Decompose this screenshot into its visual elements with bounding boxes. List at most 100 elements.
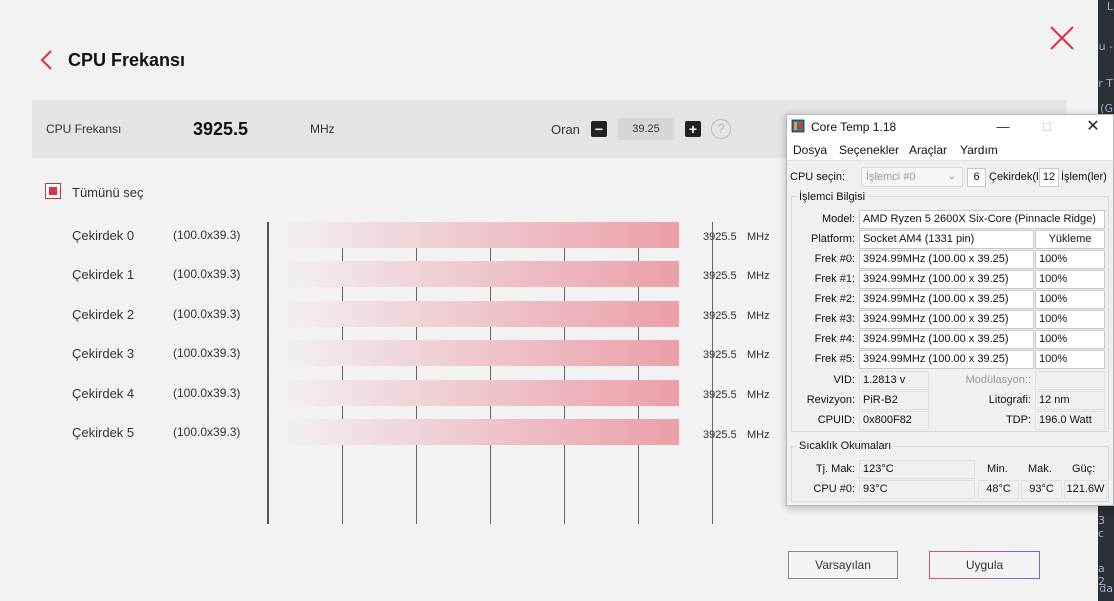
ratio-input[interactable] (618, 118, 674, 140)
tdp-label: TDP: (1005, 414, 1031, 426)
cpuid-value: 0x800F82 (859, 411, 929, 430)
core-bar[interactable] (270, 261, 679, 287)
load-value: 100% (1035, 290, 1105, 309)
temperature-title: Sıcaklık Okumaları (796, 440, 895, 452)
core-name: Çekirdek 5 (72, 425, 135, 440)
model-label: Model: (821, 213, 855, 225)
cpu0-power: 121.6W (1064, 480, 1107, 499)
core-unit: MHz (747, 429, 770, 441)
cpu0-label: CPU #0: (813, 483, 855, 495)
menu-file[interactable]: Dosya (793, 143, 827, 157)
select-all-label: Tümünü seç (72, 185, 144, 200)
vid-label: VID: (833, 374, 855, 386)
ratio-increase-button[interactable]: + (685, 121, 701, 137)
menu-options[interactable]: Seçenekler (839, 143, 899, 157)
apply-button[interactable]: Uygula (929, 551, 1040, 579)
core-bar[interactable] (270, 380, 679, 406)
load-value: 100% (1035, 250, 1105, 269)
chart-axis (267, 222, 269, 524)
core-unit: MHz (747, 389, 770, 401)
core-ratio: (100.0x39.3) (173, 307, 241, 321)
cores-label: Çekirdek(le (989, 171, 1045, 183)
close-icon[interactable]: ✕ (1079, 117, 1107, 137)
core-name: Çekirdek 4 (72, 386, 135, 401)
default-button[interactable]: Varsayılan (788, 551, 898, 579)
core-name: Çekirdek 0 (72, 228, 135, 243)
load-value: 100% (1035, 350, 1105, 369)
edge-text: L (1106, 0, 1113, 13)
core-name: Çekirdek 3 (72, 346, 135, 361)
core-value: 3925.5 (703, 310, 737, 322)
core-name: Çekirdek 2 (72, 307, 135, 322)
chevron-down-icon: ⌄ (947, 171, 956, 182)
core-ratio: (100.0x39.3) (173, 228, 241, 242)
threads-label: İşlem(ler) (1061, 171, 1107, 183)
core-bar[interactable] (270, 301, 679, 327)
platform-label: Platform: (810, 233, 855, 245)
cpu0-min: 48°C (978, 480, 1019, 499)
freq-value: 3924.99MHz (100.00 x 39.25) (859, 310, 1034, 329)
minimize-icon[interactable]: — (989, 117, 1017, 137)
load-value: 100% (1035, 330, 1105, 349)
core-value: 3925.5 (703, 270, 737, 282)
core-unit: MHz (747, 270, 770, 282)
freq-value: 3924.99MHz (100.00 x 39.25) (859, 290, 1034, 309)
power-header: Güç: (1072, 463, 1096, 475)
load-value: 100% (1035, 310, 1105, 329)
vid-value: 1.2813 v (859, 371, 929, 390)
coretemp-title: Core Temp 1.18 (811, 120, 897, 134)
cpu0-temp: 93°C (859, 480, 975, 499)
edge-text: u - (1098, 40, 1113, 53)
threads-count: 12 (1039, 168, 1059, 187)
coretemp-window: Core Temp 1.18 — □ ✕ Dosya Seçenekler Ar… (786, 114, 1114, 506)
edge-text: 3 c (1098, 514, 1105, 540)
max-header: Mak. (1028, 463, 1052, 475)
freq-value: 3924.99MHz (100.00 x 39.25) (859, 250, 1034, 269)
maximize-icon[interactable]: □ (1033, 117, 1061, 137)
edge-text: da (1099, 582, 1113, 595)
coretemp-titlebar[interactable]: Core Temp 1.18 — □ ✕ (787, 115, 1113, 139)
help-icon[interactable]: ? (711, 119, 731, 139)
freq-label: Frek #2: (814, 293, 855, 305)
core-bar[interactable] (270, 222, 679, 248)
cpuid-label: CPUID: (817, 414, 855, 426)
load-header: Yükleme (1035, 230, 1105, 249)
freq-value: 3924.99MHz (100.00 x 39.25) (859, 270, 1034, 289)
core-ratio: (100.0x39.3) (173, 425, 241, 439)
close-icon[interactable] (1046, 22, 1078, 54)
ratio-label: Oran (551, 122, 580, 137)
core-value: 3925.5 (703, 429, 737, 441)
select-all-checkbox[interactable] (45, 183, 61, 199)
core-unit: MHz (747, 231, 770, 243)
core-ratio: (100.0x39.3) (173, 386, 241, 400)
cpu-select[interactable]: İşlemci #0 ⌄ (861, 167, 963, 187)
core-ratio: (100.0x39.3) (173, 267, 241, 281)
core-value: 3925.5 (703, 349, 737, 361)
platform-value: Socket AM4 (1331 pin) (859, 230, 1034, 249)
core-name: Çekirdek 1 (72, 267, 135, 282)
freq-label: Frek #4: (814, 333, 855, 345)
processor-info-title: İşlemci Bilgisi (796, 191, 869, 203)
frequency-unit: MHz (310, 122, 335, 136)
core-bar[interactable] (270, 340, 679, 366)
core-ratio: (100.0x39.3) (173, 346, 241, 360)
frequency-value: 3925.5 (193, 119, 249, 139)
ratio-decrease-button[interactable]: − (591, 121, 607, 137)
menu-tools[interactable]: Araçlar (909, 143, 947, 157)
tjmax-label: Tj. Mak: (815, 463, 855, 475)
freq-value: 3924.99MHz (100.00 x 39.25) (859, 350, 1034, 369)
core-unit: MHz (747, 349, 770, 361)
load-value: 100% (1035, 270, 1105, 289)
litho-value: 12 nm (1035, 391, 1105, 410)
freq-label: Frek #0: (814, 253, 855, 265)
menu-help[interactable]: Yardım (960, 143, 998, 157)
coretemp-menubar: Dosya Seçenekler Araçlar Yardım (787, 139, 1113, 161)
edge-text: r T (1098, 77, 1113, 90)
coretemp-app-icon (791, 119, 805, 133)
freq-label: Frek #3: (814, 313, 855, 325)
core-bar[interactable] (270, 419, 679, 445)
core-value: 3925.5 (703, 389, 737, 401)
freq-label: Frek #1: (814, 273, 855, 285)
modulation-value (1035, 371, 1105, 390)
back-chevron-icon[interactable] (38, 48, 56, 72)
